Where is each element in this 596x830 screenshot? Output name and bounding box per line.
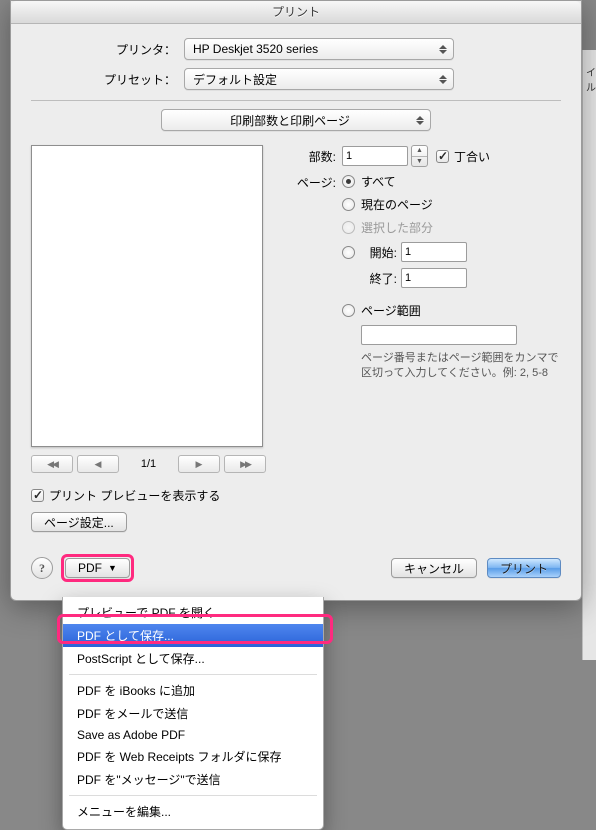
- menu-save-as-postscript[interactable]: PostScript として保存...: [63, 647, 323, 670]
- preset-selected: デフォルト設定: [193, 71, 277, 88]
- page-indicator: 1/1: [141, 458, 156, 470]
- printer-label: プリンタ：: [31, 41, 184, 58]
- updown-arrows-icon: [435, 70, 451, 88]
- cancel-button[interactable]: キャンセル: [391, 558, 477, 578]
- pages-range-label: ページ範囲: [361, 302, 421, 319]
- pages-range-radio[interactable]: [342, 304, 355, 317]
- pages-range-input[interactable]: [361, 325, 517, 345]
- copies-label: 部数:: [288, 148, 336, 165]
- pages-from-label: 開始:: [361, 244, 397, 261]
- background-tab-fragment: イル: [585, 64, 596, 94]
- pages-current-radio[interactable]: [342, 198, 355, 211]
- pages-all-label: すべて: [361, 173, 396, 190]
- highlight-pdf-button: PDF ▼: [61, 554, 134, 582]
- menu-add-to-ibooks[interactable]: PDF を iBooks に追加: [63, 679, 323, 702]
- pdf-dropdown-menu: プレビューで PDF を開く PDF として保存... PostScript と…: [62, 597, 324, 830]
- window-title: プリント: [11, 1, 581, 24]
- triangle-down-icon: ▼: [108, 563, 117, 573]
- separator: [31, 100, 561, 101]
- pages-from-radio[interactable]: [342, 246, 355, 259]
- pages-all-radio[interactable]: [342, 175, 355, 188]
- pages-selection-radio: [342, 221, 355, 234]
- pages-range-hint: ページ番号またはページ範囲をカンマで区切って入力してください。例: 2, 5-8: [361, 351, 561, 382]
- collate-label: 丁合い: [454, 148, 490, 165]
- prev-page-button[interactable]: ◀: [77, 455, 119, 473]
- pdf-menu-button[interactable]: PDF ▼: [65, 558, 130, 578]
- section-selected: 印刷部数と印刷ページ: [230, 112, 350, 129]
- menu-edit[interactable]: メニューを編集...: [63, 800, 323, 823]
- pages-current-label: 現在のページ: [361, 196, 433, 213]
- printer-popup[interactable]: HP Deskjet 3520 series: [184, 38, 454, 60]
- print-dialog: プリント プリンタ： HP Deskjet 3520 series プリセット：…: [10, 0, 582, 601]
- print-preview: [31, 145, 263, 447]
- pages-to-label: 終了:: [361, 270, 397, 287]
- print-button[interactable]: プリント: [487, 558, 561, 578]
- first-page-button[interactable]: ◀◀: [31, 455, 73, 473]
- preset-label: プリセット：: [31, 71, 184, 88]
- section-popup[interactable]: 印刷部数と印刷ページ: [161, 109, 431, 131]
- printer-selected: HP Deskjet 3520 series: [193, 42, 318, 56]
- pages-to-input[interactable]: [401, 268, 467, 288]
- menu-web-receipts[interactable]: PDF を Web Receipts フォルダに保存: [63, 745, 323, 768]
- next-page-button[interactable]: ▶: [178, 455, 220, 473]
- preset-popup[interactable]: デフォルト設定: [184, 68, 454, 90]
- menu-save-as-adobe-pdf[interactable]: Save as Adobe PDF: [63, 725, 323, 745]
- menu-separator: [69, 674, 317, 675]
- page-setup-button[interactable]: ページ設定...: [31, 512, 127, 532]
- menu-open-in-preview[interactable]: プレビューで PDF を開く: [63, 601, 323, 624]
- show-preview-label: プリント プレビューを表示する: [49, 487, 220, 504]
- pages-selection-label: 選択した部分: [361, 219, 433, 236]
- collate-checkbox[interactable]: [436, 150, 449, 163]
- pages-from-input[interactable]: [401, 242, 467, 262]
- updown-arrows-icon: [412, 111, 428, 129]
- background-window-edge: イル: [582, 50, 596, 660]
- menu-save-as-pdf[interactable]: PDF として保存...: [63, 624, 323, 647]
- menu-separator: [69, 795, 317, 796]
- help-button[interactable]: ?: [31, 557, 53, 579]
- pages-label: ページ:: [288, 173, 336, 191]
- show-preview-checkbox[interactable]: [31, 489, 44, 502]
- last-page-button[interactable]: ▶▶: [224, 455, 266, 473]
- copies-stepper[interactable]: ▲▼: [411, 145, 428, 167]
- menu-mail-pdf[interactable]: PDF をメールで送信: [63, 702, 323, 725]
- menu-send-messages[interactable]: PDF を"メッセージ"で送信: [63, 768, 323, 791]
- updown-arrows-icon: [435, 40, 451, 58]
- copies-input[interactable]: [342, 146, 408, 166]
